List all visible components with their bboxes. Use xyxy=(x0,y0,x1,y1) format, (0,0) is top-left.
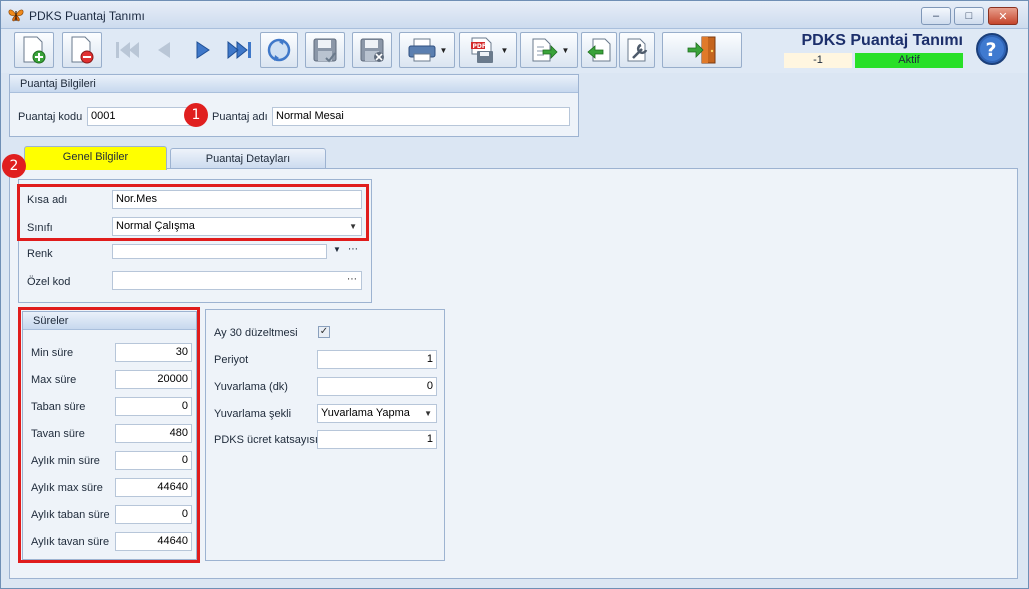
ozel-kod-ellipsis-icon[interactable]: ⋯ xyxy=(347,272,357,288)
svg-text:PDF: PDF xyxy=(472,43,485,50)
export-icon xyxy=(532,38,558,62)
periyot-input[interactable]: 1 xyxy=(317,350,437,369)
new-record-icon xyxy=(23,36,46,64)
refresh-button[interactable] xyxy=(260,32,298,68)
chevron-down-icon: ▼ xyxy=(561,45,570,55)
last-record-icon xyxy=(227,40,251,60)
first-record-button[interactable] xyxy=(109,32,145,68)
delete-record-icon xyxy=(71,36,94,64)
chevron-down-icon: ▼ xyxy=(439,45,448,55)
window-title: PDKS Puantaj Tanımı xyxy=(29,9,145,23)
pdf-export-button[interactable]: PDF ▼ xyxy=(459,32,517,68)
pdf-export-icon: PDF xyxy=(470,37,493,63)
annotation-marker-1: 1 xyxy=(184,103,208,127)
previous-record-icon xyxy=(158,42,170,58)
ucret-katsayisi-label: PDKS ücret katsayısı xyxy=(214,434,318,446)
form-title: PDKS Puantaj Tanımı xyxy=(801,32,963,49)
save-close-button[interactable] xyxy=(352,32,392,68)
periyot-label: Periyot xyxy=(214,354,249,366)
save-button[interactable] xyxy=(305,32,345,68)
ozel-kod-label: Özel kod xyxy=(27,276,71,288)
chevron-down-icon[interactable]: ▼ xyxy=(333,245,341,254)
refresh-icon xyxy=(267,38,291,62)
yuvarlama-sekli-select[interactable]: Yuvarlama Yapma ▼ xyxy=(317,404,437,423)
puantaj-adi-input[interactable]: Normal Mesai xyxy=(272,107,570,126)
exit-button[interactable] xyxy=(662,32,742,68)
close-button[interactable]: ✕ xyxy=(988,7,1018,25)
highlight-box xyxy=(17,184,369,241)
tab-puantaj-detaylari[interactable]: Puantaj Detayları xyxy=(170,148,326,170)
next-record-icon xyxy=(196,41,210,59)
toolbar: ▼ PDF ▼ ▼ PDKS Puantaj Tanımı -1 Aktif ? xyxy=(1,29,1028,73)
yuvarlama-sekli-value: Yuvarlama Yapma xyxy=(321,407,410,419)
group-caption: Puantaj Bilgileri xyxy=(10,75,578,93)
chevron-down-icon: ▼ xyxy=(500,45,509,55)
tab-genel-bilgiler[interactable]: Genel Bilgiler xyxy=(24,146,167,170)
renk-input[interactable] xyxy=(112,244,327,259)
ay30-checkbox[interactable]: ✓ xyxy=(318,326,330,338)
settings-button[interactable] xyxy=(619,32,655,68)
help-icon[interactable]: ? xyxy=(974,32,1010,66)
diger-group: Ay 30 düzeltmesi ✓ Periyot 1 Yuvarlama (… xyxy=(205,309,445,561)
print-button[interactable]: ▼ xyxy=(399,32,455,68)
ay30-label: Ay 30 düzeltmesi xyxy=(214,327,298,339)
tab-page-genel-bilgiler: Kısa adı Nor.Mes Sınıfı Normal Çalışma ▼… xyxy=(9,168,1018,579)
yuvarlama-input[interactable]: 0 xyxy=(317,377,437,396)
puantaj-adi-label: Puantaj adı xyxy=(212,111,268,123)
maximize-button[interactable]: □ xyxy=(954,7,984,25)
yuvarlama-sekli-label: Yuvarlama şekli xyxy=(214,408,292,420)
main-window: PDKS Puantaj Tanımı – □ ✕ ▼ PDF ▼ ▼ PDKS… xyxy=(0,0,1029,589)
previous-record-button[interactable] xyxy=(147,32,181,68)
print-icon xyxy=(408,38,436,62)
minimize-button[interactable]: – xyxy=(921,7,951,25)
puantaj-kodu-label: Puantaj kodu xyxy=(18,111,83,123)
puantaj-kodu-input[interactable]: 0001 xyxy=(87,107,191,126)
next-record-button[interactable] xyxy=(186,32,220,68)
yuvarlama-label: Yuvarlama (dk) xyxy=(214,381,288,393)
first-record-icon xyxy=(116,42,139,58)
chevron-down-icon: ▼ xyxy=(424,409,432,418)
delete-record-button[interactable] xyxy=(62,32,102,68)
annotation-marker-2: 2 xyxy=(2,154,26,178)
highlight-box xyxy=(18,307,200,563)
check-icon: ✓ xyxy=(319,326,329,337)
export-button[interactable]: ▼ xyxy=(520,32,578,68)
title-bar: PDKS Puantaj Tanımı – □ ✕ xyxy=(1,1,1028,29)
import-button[interactable] xyxy=(581,32,617,68)
svg-text:?: ? xyxy=(986,39,997,61)
import-icon xyxy=(587,38,611,62)
save-close-icon xyxy=(360,38,384,62)
maximize-icon: □ xyxy=(965,10,973,22)
save-icon xyxy=(313,38,337,63)
exit-door-icon xyxy=(687,36,716,64)
close-icon: ✕ xyxy=(998,10,1008,23)
renk-ellipsis-icon[interactable]: ⋯ xyxy=(348,244,358,255)
butterfly-icon xyxy=(8,9,24,22)
new-record-button[interactable] xyxy=(14,32,54,68)
renk-label: Renk xyxy=(27,248,53,260)
record-id: -1 xyxy=(784,53,852,68)
status-badge: Aktif xyxy=(855,53,963,68)
last-record-button[interactable] xyxy=(222,32,260,68)
minimize-icon: – xyxy=(932,10,940,22)
ucret-katsayisi-input[interactable]: 1 xyxy=(317,430,437,449)
settings-wrench-icon xyxy=(627,38,648,62)
puantaj-bilgileri-group: Puantaj Bilgileri Puantaj kodu 0001 Puan… xyxy=(9,74,579,137)
ozel-kod-input[interactable]: ⋯ xyxy=(112,271,362,290)
